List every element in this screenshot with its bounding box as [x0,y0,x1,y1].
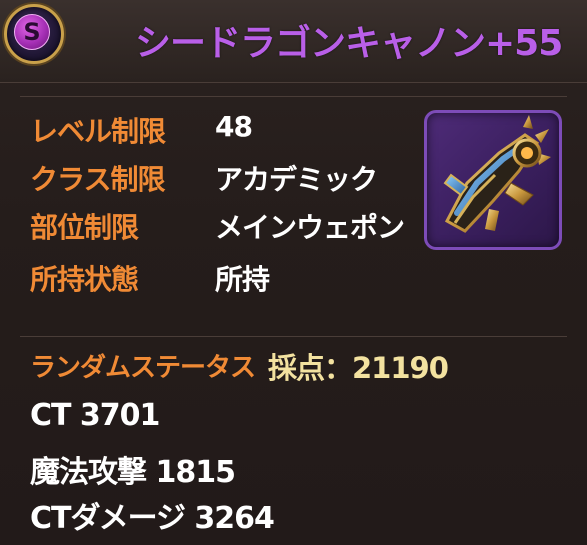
ownership-label: 所持状態 [30,263,139,296]
random-status-label: ランダムステータス [30,353,256,383]
level-limit-label: レベル制限 [30,115,166,148]
weapon-art [443,115,551,233]
slot-limit-label: 部位制限 [30,211,139,244]
sea-dragon-cannon-icon [424,110,562,250]
rank-letter: S [14,14,50,50]
stat-line-ct: CT 3701 [30,398,160,433]
stat-line-ct-damage: CTダメージ 3264 [30,501,275,536]
rank-badge: S [4,4,64,64]
level-limit-value: 48 [215,110,253,143]
stat-line-magic-attack: 魔法攻撃 1815 [30,455,236,490]
top-divider [20,96,567,97]
item-header: S シードラゴンキャノン+55 [0,0,587,83]
item-tooltip-panel: S シードラゴンキャノン+55 レベル制限 48 クラス制限 アカデミック 部位… [0,0,587,545]
item-name: シードラゴンキャノン+55 [135,23,563,64]
ownership-value: 所持 [215,263,270,296]
class-limit-value: アカデミック [215,163,378,196]
middle-divider [20,336,567,337]
score-value: 採点：21190 [268,351,449,385]
class-limit-label: クラス制限 [30,163,165,196]
slot-limit-value: メインウェポン [215,211,405,244]
